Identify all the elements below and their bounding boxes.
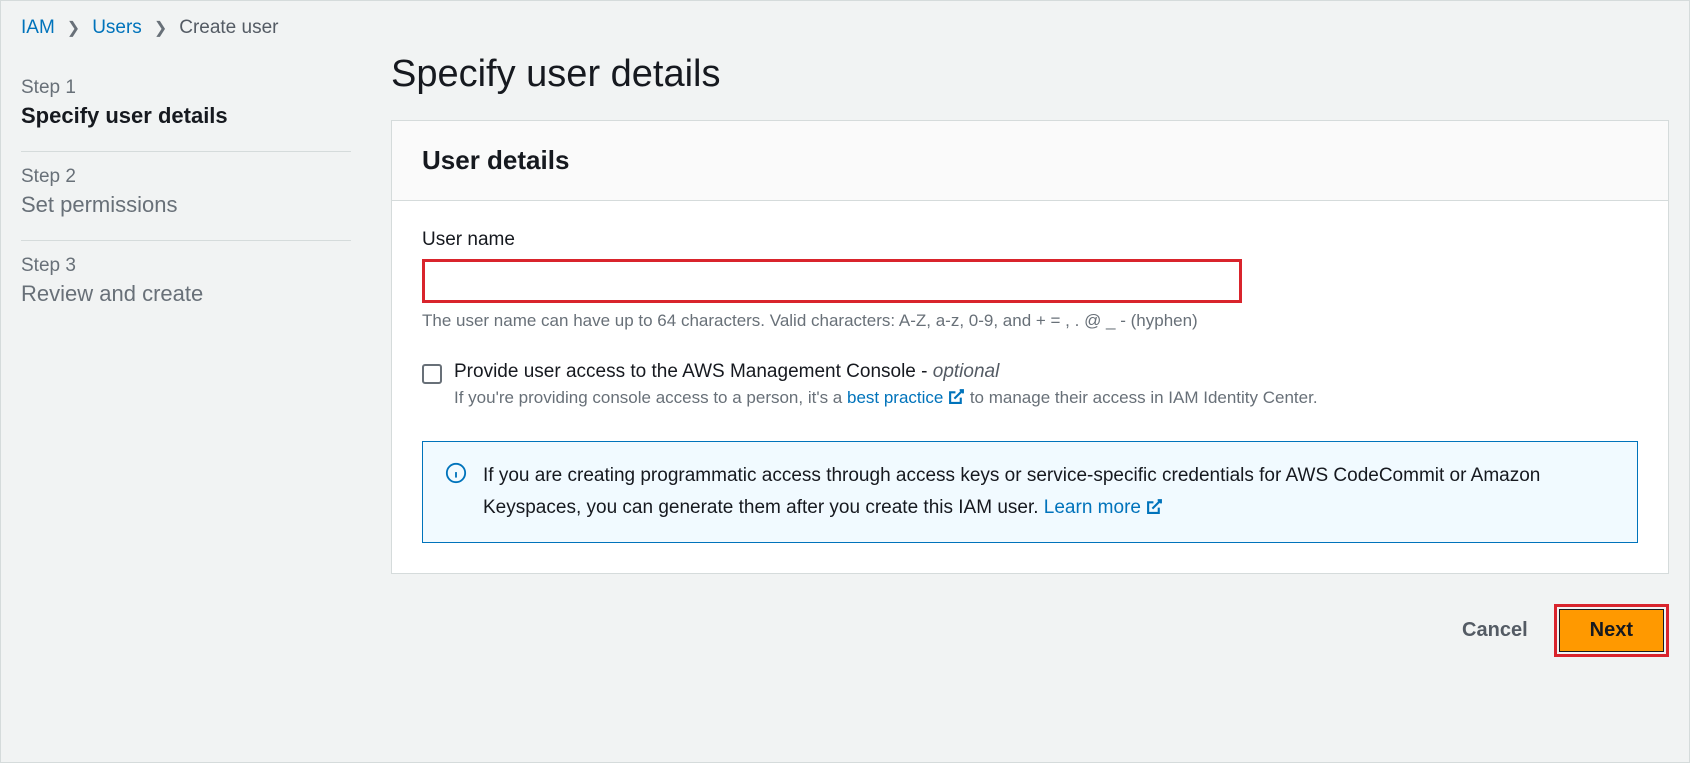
external-link-icon — [1146, 497, 1163, 518]
next-button-highlight: Next — [1554, 604, 1669, 657]
step-2[interactable]: Step 2 Set permissions — [21, 152, 351, 240]
cancel-button[interactable]: Cancel — [1456, 604, 1534, 657]
checkbox-sub-prefix: If you're providing console access to a … — [454, 388, 847, 407]
next-button[interactable]: Next — [1559, 609, 1664, 652]
footer-actions: Cancel Next — [391, 574, 1669, 659]
info-icon — [445, 462, 467, 484]
step-title: Set permissions — [21, 192, 351, 218]
chevron-right-icon: ❯ — [67, 18, 80, 38]
username-input[interactable] — [422, 259, 1242, 303]
external-link-icon — [948, 388, 965, 407]
user-details-panel: User details User name The user name can… — [391, 120, 1669, 574]
checkbox-label: Provide user access to the AWS Managemen… — [454, 361, 1638, 383]
breadcrumb-iam-link[interactable]: IAM — [21, 17, 55, 39]
programmatic-access-info: If you are creating programmatic access … — [422, 441, 1638, 544]
step-label: Step 2 — [21, 166, 351, 188]
checkbox-description: If you're providing console access to a … — [454, 385, 1638, 411]
step-title: Specify user details — [21, 103, 351, 129]
panel-title: User details — [422, 145, 1638, 176]
optional-tag: optional — [933, 361, 1000, 382]
best-practice-link[interactable]: best practice — [847, 388, 965, 407]
step-label: Step 1 — [21, 77, 351, 99]
breadcrumb-current: Create user — [179, 17, 278, 39]
step-title: Review and create — [21, 281, 351, 307]
breadcrumb: IAM ❯ Users ❯ Create user — [21, 17, 1669, 39]
username-label: User name — [422, 229, 1638, 251]
wizard-steps: Step 1 Specify user details Step 2 Set p… — [21, 59, 351, 750]
checkbox-sub-suffix: to manage their access in IAM Identity C… — [965, 388, 1317, 407]
info-text: If you are creating programmatic access … — [483, 460, 1615, 525]
console-access-checkbox[interactable] — [422, 364, 442, 384]
step-label: Step 3 — [21, 255, 351, 277]
info-text-body: If you are creating programmatic access … — [483, 465, 1540, 518]
chevron-right-icon: ❯ — [154, 18, 167, 38]
breadcrumb-users-link[interactable]: Users — [92, 17, 142, 39]
username-hint: The user name can have up to 64 characte… — [422, 311, 1638, 331]
step-1[interactable]: Step 1 Specify user details — [21, 63, 351, 151]
page-title: Specify user details — [391, 53, 1669, 96]
step-3[interactable]: Step 3 Review and create — [21, 241, 351, 329]
checkbox-label-text: Provide user access to the AWS Managemen… — [454, 361, 933, 382]
console-access-checkbox-row: Provide user access to the AWS Managemen… — [422, 361, 1638, 411]
learn-more-link[interactable]: Learn more — [1044, 497, 1163, 518]
panel-header: User details — [392, 121, 1668, 201]
